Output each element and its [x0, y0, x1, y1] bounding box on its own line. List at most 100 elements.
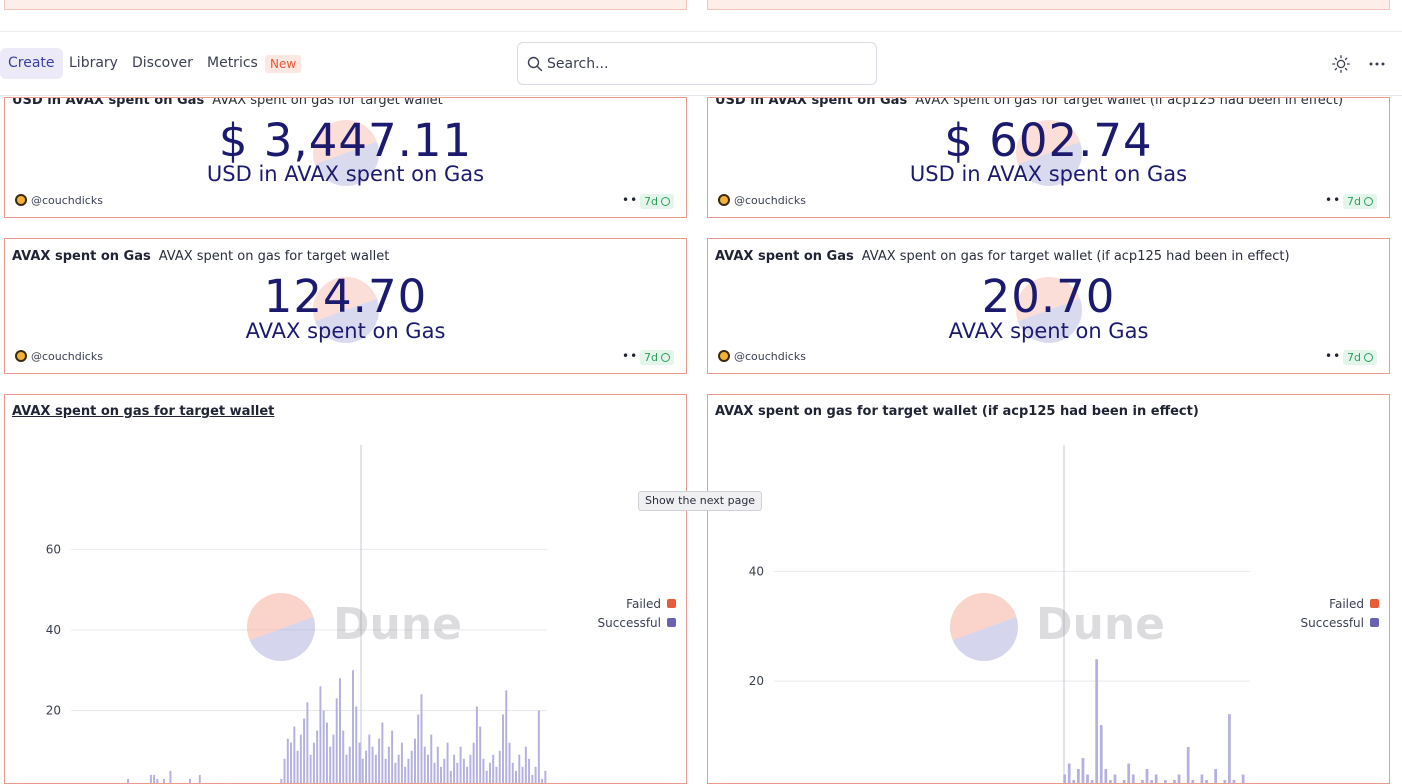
bar: [456, 762, 459, 783]
nav-library[interactable]: Library: [61, 48, 126, 79]
bar: [1205, 780, 1208, 783]
dune-logo: [247, 593, 315, 661]
bar: [505, 690, 508, 783]
bar: [482, 758, 485, 783]
counter-card-avax-spent-acp125: AVAX spent on Gas AVAX spent on gas for t…: [707, 238, 1390, 374]
counter-label: USD in AVAX spent on Gas: [206, 162, 485, 186]
card-title-text[interactable]: USD in AVAX spent on Gas: [12, 98, 204, 108]
bar: [479, 726, 482, 783]
bar: [153, 774, 156, 783]
bar: [430, 734, 433, 783]
prev-card-left-edge: [4, 0, 687, 10]
legend-label: Failed: [626, 597, 661, 611]
bar: [325, 722, 328, 783]
counter-value: $ 3,447.11: [218, 114, 473, 167]
nav-discover[interactable]: Discover: [124, 48, 201, 79]
bar: [515, 770, 518, 783]
author[interactable]: @couchdicks: [718, 194, 806, 207]
bar: [1095, 659, 1099, 783]
bar: [531, 774, 534, 783]
bar: [1141, 780, 1144, 783]
bar: [156, 778, 159, 783]
bar: [1086, 774, 1089, 783]
dune-watermark-text: Dune: [1036, 599, 1166, 650]
avatar: [15, 350, 27, 362]
bar: [1186, 747, 1190, 783]
bar: [440, 766, 443, 783]
bar: [397, 754, 400, 783]
bar: [1223, 780, 1227, 783]
bar: [1122, 780, 1126, 783]
card-title: AVAX spent on Gas AVAX spent on gas for t…: [12, 249, 389, 264]
bar: [1214, 769, 1218, 783]
author[interactable]: @couchdicks: [718, 350, 806, 363]
author[interactable]: @couchdicks: [15, 350, 103, 363]
card-title-text[interactable]: USD in AVAX spent on Gas: [715, 98, 907, 108]
bar: [378, 738, 381, 783]
bar: [149, 774, 152, 783]
bar: [299, 734, 302, 783]
freshness-badge: 7d: [640, 194, 674, 209]
bar: [498, 750, 501, 783]
card-title-text[interactable]: AVAX spent on Gas: [715, 249, 854, 264]
bar: [1154, 774, 1158, 783]
bar: [508, 742, 511, 783]
counter-card-avax-spent: AVAX spent on Gas AVAX spent on gas for t…: [4, 238, 687, 374]
bar: [1150, 780, 1153, 783]
bar: [368, 734, 371, 783]
bar: [312, 742, 315, 783]
bar: [1113, 774, 1117, 783]
author[interactable]: @couchdicks: [15, 194, 103, 207]
y-tick-label: 20: [749, 674, 764, 688]
bar: [365, 750, 368, 783]
dune-watermark-text: Dune: [333, 599, 463, 650]
legend-swatch: [667, 599, 676, 608]
bar: [407, 758, 410, 783]
search-box[interactable]: [517, 42, 877, 85]
bar: [322, 710, 325, 783]
author-name: @couchdicks: [31, 350, 103, 363]
bar: [1200, 774, 1204, 783]
bar: [1099, 725, 1103, 783]
bar: [345, 754, 348, 783]
legend-failed[interactable]: Failed: [598, 595, 676, 614]
bar: [1232, 780, 1236, 783]
search-input[interactable]: [547, 43, 867, 84]
card-subtitle: AVAX spent on gas for target wallet (if …: [861, 249, 1290, 264]
bar: [1127, 763, 1131, 783]
legend-swatch: [667, 618, 676, 627]
bar: [391, 730, 394, 783]
bar: [189, 778, 191, 783]
legend-failed[interactable]: Failed: [1301, 595, 1379, 614]
bar: [296, 750, 299, 783]
freshness-badge: 7d: [1343, 194, 1377, 209]
freshness-badge: 7d: [1343, 350, 1377, 365]
bar: [309, 754, 312, 783]
more-icon[interactable]: [1367, 54, 1387, 74]
bar: [427, 754, 429, 783]
bar: [462, 758, 465, 783]
card-title-text[interactable]: AVAX spent on Gas: [12, 249, 151, 264]
bar: [387, 746, 390, 783]
nav-metrics[interactable]: Metrics: [199, 48, 266, 79]
bar: [541, 778, 544, 783]
bar: [381, 722, 384, 783]
bar: [449, 770, 452, 783]
bar: [319, 686, 322, 783]
bar: [338, 678, 341, 783]
legend-successful[interactable]: Successful: [1301, 614, 1379, 633]
nav-create[interactable]: Create: [0, 48, 63, 79]
avatar: [718, 350, 730, 362]
bar: [361, 758, 364, 783]
search-icon: [527, 56, 543, 72]
sun-icon[interactable]: [1331, 54, 1351, 74]
card-subtitle: AVAX spent on gas for target wallet (if …: [915, 97, 1344, 108]
avatar: [718, 194, 730, 206]
bar: [352, 670, 354, 783]
bar: [423, 746, 426, 783]
bar: [1081, 758, 1085, 783]
counter-value: 124.70: [263, 270, 428, 323]
legend-successful[interactable]: Successful: [598, 614, 676, 633]
chart-card-left: AVAX spent on gas for target wallet 20 40…: [4, 394, 687, 784]
card-subtitle: AVAX spent on gas for target wallet: [212, 97, 443, 108]
